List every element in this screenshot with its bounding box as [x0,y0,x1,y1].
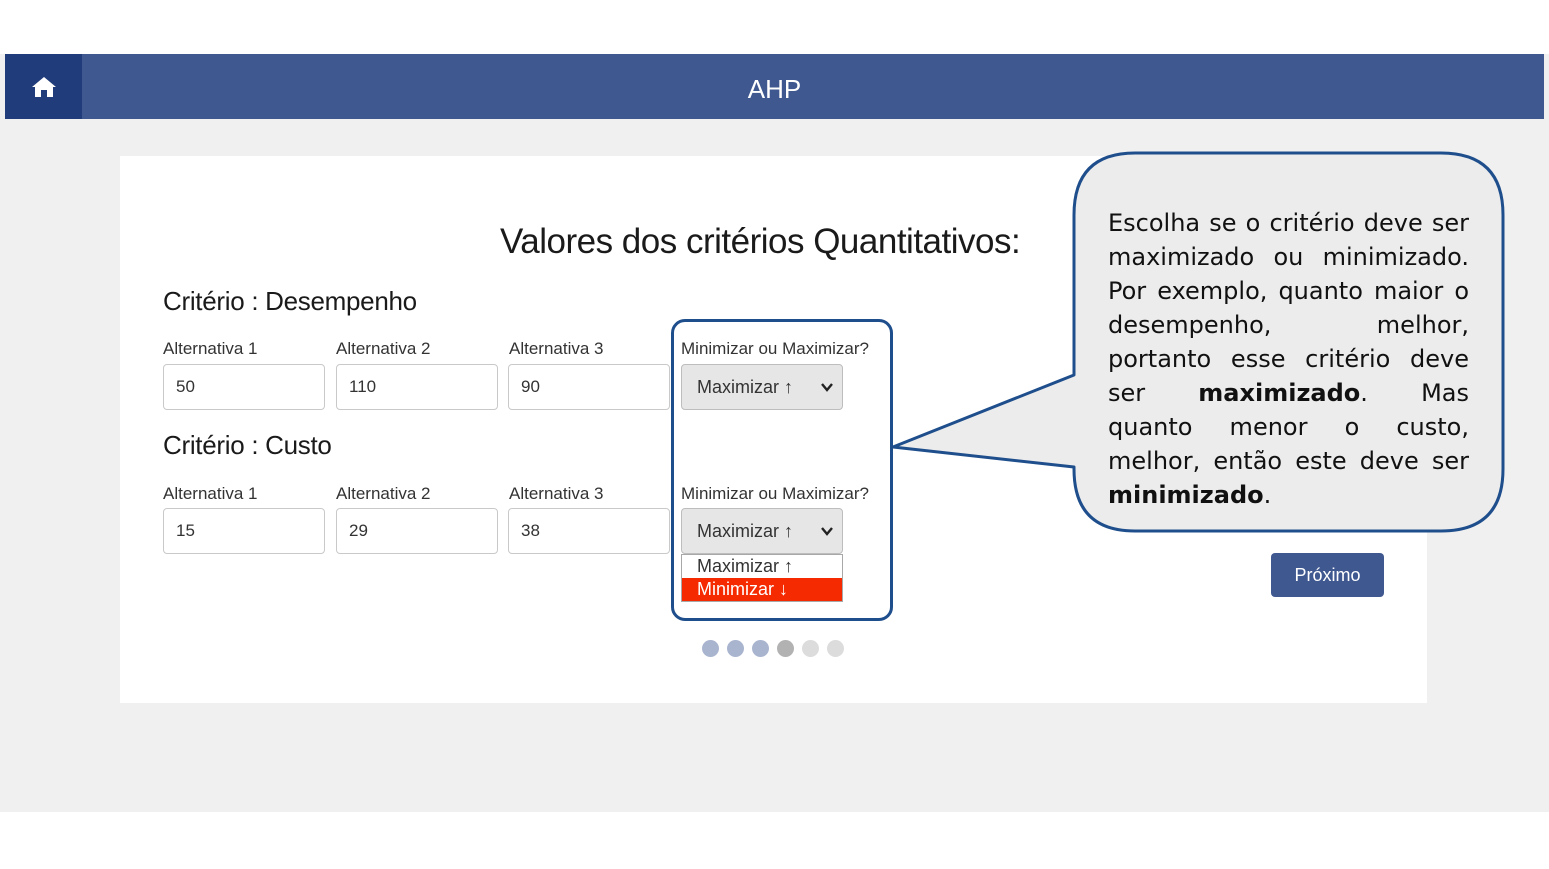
app-title: AHP [747,74,802,104]
desempenho-alternativa-1-input[interactable] [163,364,325,410]
select-value: Maximizar ↑ [697,376,794,397]
desempenho-alternativa-2-input[interactable] [336,364,498,410]
chevron-down-icon [821,383,833,392]
criterion-title-custo: Critério : Custo [163,430,332,460]
custo-alternativa-3-input[interactable] [508,508,670,554]
alternative-label: Alternativa 2 [336,484,431,503]
progress-dot[interactable] [827,640,844,657]
dropdown-option-minimizar[interactable]: Minimizar ↓ [682,578,842,601]
custo-alternativa-2-input[interactable] [336,508,498,554]
callout-bold-minimizado: minimizado [1108,481,1264,509]
progress-dot[interactable] [702,640,719,657]
custo-alternativa-1-input[interactable] [163,508,325,554]
direction-label: Minimizar ou Maximizar? [681,484,869,503]
alternative-label: Alternativa 3 [509,339,604,358]
next-button[interactable]: Próximo [1271,553,1384,597]
section-title: Valores dos critérios Quantitativos: [500,222,1021,261]
progress-dot[interactable] [752,640,769,657]
progress-dots [702,640,844,657]
progress-dot[interactable] [802,640,819,657]
alternative-label: Alternativa 1 [163,339,258,358]
select-value: Maximizar ↑ [697,520,794,541]
desempenho-direction-select[interactable]: Maximizar ↑ [681,364,843,410]
progress-dot-current[interactable] [777,640,794,657]
top-bar: AHP [5,54,1544,119]
alternative-label: Alternativa 2 [336,339,431,358]
callout-bold-maximizado: maximizado [1198,379,1361,407]
direction-label: Minimizar ou Maximizar? [681,339,869,358]
desempenho-alternativa-3-input[interactable] [508,364,670,410]
alternative-label: Alternativa 1 [163,484,258,503]
criterion-title-desempenho: Critério : Desempenho [163,286,417,316]
custo-direction-dropdown: Maximizar ↑ Minimizar ↓ [681,554,843,602]
chevron-down-icon [821,527,833,536]
home-button[interactable] [5,54,82,119]
progress-dot[interactable] [727,640,744,657]
dropdown-option-maximizar[interactable]: Maximizar ↑ [682,555,842,578]
home-icon [31,76,56,97]
callout-text: Escolha se o critério deve ser maximizad… [1108,209,1469,509]
alternative-label: Alternativa 3 [509,484,604,503]
custo-direction-select[interactable]: Maximizar ↑ [681,508,843,554]
